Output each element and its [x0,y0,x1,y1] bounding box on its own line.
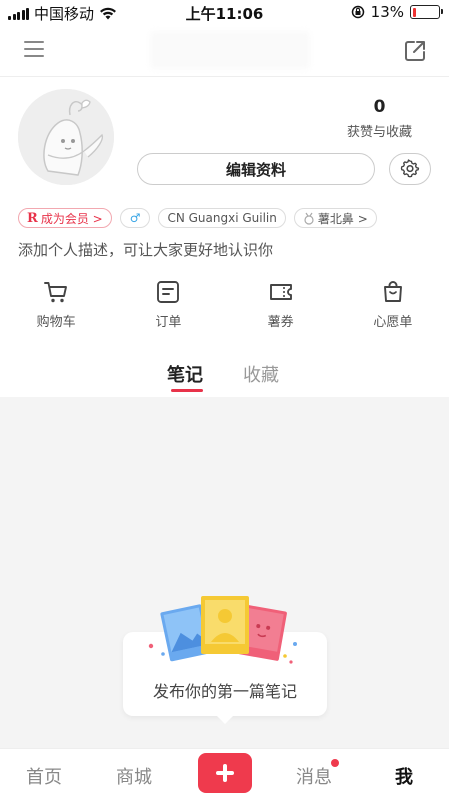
order-icon [157,281,180,303]
likes-label: 获赞与收藏 [346,125,412,140]
order-label: 订单 [155,315,182,330]
wishlist-label: 心愿单 [373,315,413,330]
nickname-label: 薯北鼻 > [317,211,368,226]
tab-collections[interactable]: 收藏 [243,361,279,387]
vip-r-icon: R [27,210,38,226]
coupon-label: 薯券 [267,315,294,330]
nav-home[interactable]: 首页 [26,763,62,789]
order-action[interactable]: 订单 [112,279,224,330]
gender-tag[interactable]: ♂ [119,208,151,228]
status-bar: 中国移动 上午11:06 13% [0,0,449,25]
quick-actions: 购物车 订单 薯券 心愿单 [0,279,449,330]
photos-illustration [148,596,297,664]
badge-icon [304,212,314,225]
bottom-nav: 首页 商城 消息 我 [0,748,449,800]
tab-notes[interactable]: 笔记 [167,361,203,387]
edit-profile-button[interactable]: 编辑资料 [137,153,375,185]
wishlist-action[interactable]: 心愿单 [337,279,449,330]
active-tab-indicator [171,389,203,392]
likes-count: 0 [373,97,386,117]
profile-tags: R 成为会员 > ♂ CN Guangxi Guilin 薯北鼻 > [18,208,377,228]
publish-plus-button[interactable] [198,753,252,793]
coupon-action[interactable]: 薯券 [225,279,337,330]
nickname-tag[interactable]: 薯北鼻 > [293,208,377,228]
profile-description[interactable]: 添加个人描述，可让大家更好地认识你 [18,239,273,260]
default-avatar-illustration [18,89,114,185]
vip-tag[interactable]: R 成为会员 > [18,208,112,228]
avatar[interactable] [18,89,114,185]
cart-action[interactable]: 购物车 [0,279,112,330]
male-icon: ♂ [129,211,141,225]
cart-label: 购物车 [36,315,76,330]
coupon-icon [269,284,292,300]
gear-icon [400,159,420,178]
nav-mall[interactable]: 商城 [116,763,152,789]
content-tabs: 笔记 收藏 [0,357,449,397]
top-nav [0,25,449,77]
blurred-title [150,31,310,69]
notification-dot [331,759,339,767]
share-icon[interactable] [403,39,427,63]
nav-messages[interactable]: 消息 [296,763,332,789]
battery-icon [410,5,443,19]
wishlist-icon [383,281,402,302]
empty-state-text: 发布你的第一篇笔记 [152,682,297,701]
profile-section: 0 获赞与收藏 编辑资料 R 成为会员 > ♂ CN Guangxi Guili… [0,77,449,397]
battery-level [412,7,416,17]
settings-button[interactable] [389,153,431,185]
rotation-lock-icon [351,5,364,19]
location-tag[interactable]: CN Guangxi Guilin [158,208,286,228]
battery-percent: 13% [370,3,404,21]
menu-icon[interactable] [24,41,44,59]
likes-collections-stat[interactable]: 0 获赞与收藏 [347,97,412,140]
nav-me[interactable]: 我 [395,763,413,789]
cart-icon [44,282,68,303]
vip-label: 成为会员 > [40,211,103,226]
location-label: CN Guangxi Guilin [167,211,277,225]
